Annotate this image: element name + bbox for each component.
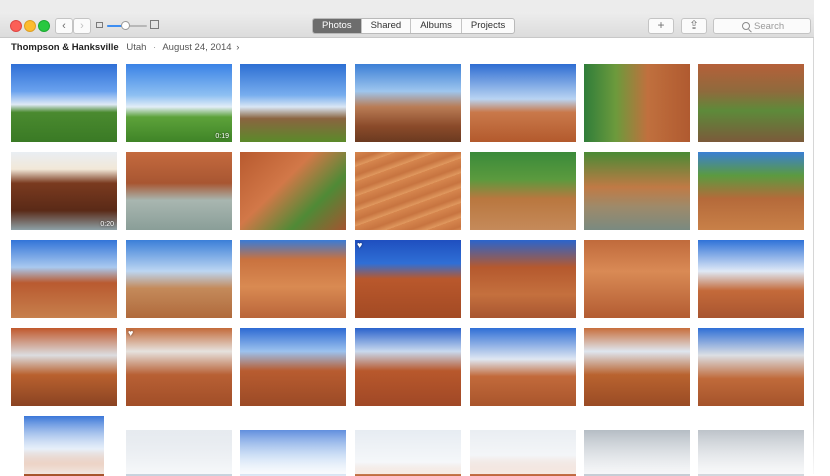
photo-thumbnail[interactable]	[584, 430, 690, 476]
photo-thumbnail[interactable]: 0:20	[11, 152, 117, 230]
photo-thumbnail[interactable]	[470, 240, 576, 318]
photo-thumbnail[interactable]	[698, 430, 804, 476]
video-duration-badge: 0:20	[100, 221, 114, 228]
photo-thumbnail[interactable]	[355, 152, 461, 230]
photo-thumbnail[interactable]: 0:19	[126, 64, 232, 142]
photo-thumbnail[interactable]	[126, 430, 232, 476]
photo-thumbnail[interactable]	[584, 64, 690, 142]
video-duration-badge: 0:19	[215, 133, 229, 140]
photos-window: ‹ › PhotosSharedAlbumsProjects + ⇪ Thomp…	[0, 0, 814, 476]
photo-thumbnail[interactable]	[584, 152, 690, 230]
photo-grid: 0:19 0:20 ♥ ♥	[0, 0, 814, 476]
photo-thumbnail[interactable]	[11, 240, 117, 318]
photo-thumbnail[interactable]	[698, 152, 804, 230]
photo-thumbnail[interactable]	[470, 430, 576, 476]
photo-thumbnail[interactable]	[240, 240, 346, 318]
heart-icon: ♥	[128, 328, 134, 338]
photo-thumbnail[interactable]: ♥	[355, 240, 461, 318]
photo-thumbnail[interactable]: ♥	[126, 328, 232, 406]
photo-thumbnail[interactable]	[11, 64, 117, 142]
photo-thumbnail[interactable]	[355, 328, 461, 406]
photo-thumbnail[interactable]	[11, 328, 117, 406]
photo-thumbnail[interactable]	[698, 240, 804, 318]
photo-thumbnail[interactable]	[240, 64, 346, 142]
photo-thumbnail[interactable]	[24, 416, 104, 476]
photo-thumbnail[interactable]	[240, 152, 346, 230]
photo-thumbnail[interactable]	[126, 240, 232, 318]
heart-icon: ♥	[357, 240, 363, 250]
photo-thumbnail[interactable]	[698, 64, 804, 142]
photo-thumbnail[interactable]	[584, 240, 690, 318]
photo-thumbnail[interactable]	[698, 328, 804, 406]
photo-thumbnail[interactable]	[355, 64, 461, 142]
photo-thumbnail[interactable]	[126, 152, 232, 230]
photo-thumbnail[interactable]	[240, 430, 346, 476]
photo-thumbnail[interactable]	[240, 328, 346, 406]
photo-thumbnail[interactable]	[355, 430, 461, 476]
photo-thumbnail[interactable]	[470, 152, 576, 230]
photo-thumbnail[interactable]	[584, 328, 690, 406]
photo-thumbnail[interactable]	[470, 328, 576, 406]
photo-thumbnail[interactable]	[470, 64, 576, 142]
